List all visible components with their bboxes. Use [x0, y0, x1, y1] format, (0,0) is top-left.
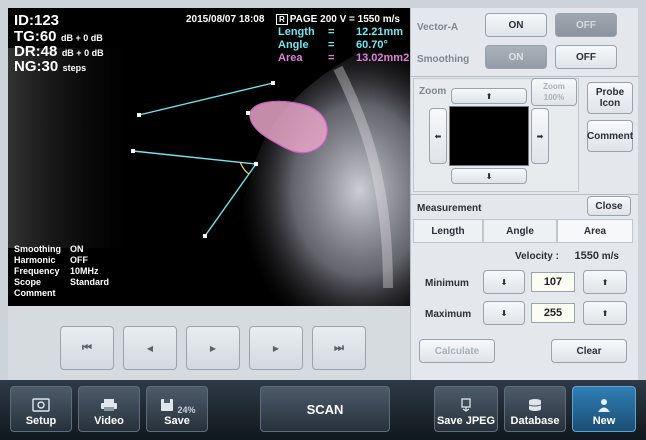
tab-angle[interactable]: Angle — [483, 219, 557, 243]
vector-label: Vector-A — [417, 22, 459, 33]
angle-line-a[interactable] — [132, 150, 257, 165]
ultrasound-image[interactable]: ID:123 TG:60 dB + 0 dB DR:48 dB + 0 dB N… — [8, 8, 410, 306]
left-haze — [8, 48, 128, 248]
play-icon: ▶ — [209, 343, 217, 353]
minimum-value[interactable]: 107 — [531, 272, 575, 292]
save-percent: 24% — [177, 405, 196, 415]
arrow-down-icon: ⬇ — [500, 277, 508, 287]
ultrasound-screen: ID:123 TG:60 dB + 0 dB DR:48 dB + 0 dB N… — [0, 0, 646, 440]
measurement-label: Measurement — [417, 203, 482, 214]
vector-on-button[interactable]: ON — [485, 13, 547, 37]
arrow-down-icon: ⬇ — [500, 308, 508, 318]
minimum-decrease-button[interactable]: ⬇ — [483, 270, 525, 294]
info-smoothing: Smoothing ON — [14, 244, 84, 254]
next-frame-button[interactable]: ▶ — [249, 326, 303, 370]
comment-button[interactable]: Comment — [587, 120, 633, 152]
info-comment: Comment — [14, 288, 56, 298]
skip-first-icon: ⏮ — [82, 341, 92, 354]
database-icon — [528, 399, 542, 411]
patient-id: ID:123 — [14, 12, 60, 29]
database-button[interactable]: Database — [504, 386, 566, 432]
arrow-up-icon: ⬆ — [601, 277, 609, 287]
divider — [411, 76, 639, 77]
info-scope: Scope Standard — [14, 277, 110, 287]
scan-button[interactable]: SCAN — [260, 386, 390, 432]
skip-last-icon: ⏭ — [334, 341, 344, 354]
velocity-field: Velocity : 1550 m/s — [515, 250, 619, 262]
length-handle-start[interactable] — [137, 113, 141, 117]
arrow-left-icon: ⬅ — [434, 131, 442, 141]
page-icon: R — [275, 14, 288, 25]
control-panel: Vector-A ON OFF Smoothing ON OFF Zoom ⬆ … — [410, 8, 639, 380]
angle-vertex[interactable] — [254, 162, 258, 166]
header-readout: 2015/08/07 18:08 R PAGE 200 V = 1550 m/s — [186, 14, 400, 25]
zoom-percent-button[interactable]: Zoom 100% — [531, 78, 577, 106]
save-jpeg-icon — [461, 398, 471, 412]
area-region[interactable] — [249, 100, 328, 154]
ng-readout: NG:30 steps — [14, 58, 87, 75]
page-number: 200 — [320, 14, 337, 25]
info-harmonic: Harmonic OFF — [14, 255, 88, 265]
bottom-toolbar: Setup Video 24% Save SCAN Save JPEG Data… — [0, 380, 646, 440]
floppy-disk-icon — [161, 399, 174, 411]
maximum-decrease-button[interactable]: ⬇ — [483, 301, 525, 325]
minimum-increase-button[interactable]: ⬆ — [583, 270, 627, 294]
save-icon-row: 24% — [158, 398, 196, 415]
vector-off-button[interactable]: OFF — [555, 13, 617, 37]
probe-icon-button[interactable]: Probe Icon — [587, 82, 633, 114]
info-frequency: Frequency 10MHz — [14, 266, 99, 276]
play-button[interactable]: ▶ — [186, 326, 240, 370]
prev-frame-button[interactable]: ◀ — [123, 326, 177, 370]
divider — [411, 194, 639, 195]
smoothing-on-button[interactable]: ON — [485, 45, 547, 69]
printer-icon — [101, 399, 117, 411]
page-label: PAGE — [289, 14, 318, 25]
measurement-area: Area = 13.02mm2 — [278, 52, 410, 64]
angle-handle-a[interactable] — [131, 149, 135, 153]
maximum-value[interactable]: 255 — [531, 303, 575, 323]
tab-area[interactable]: Area — [557, 219, 633, 243]
arrow-down-icon: ⬇ — [485, 171, 493, 181]
last-frame-button[interactable]: ⏭ — [312, 326, 366, 370]
zoom-label: Zoom — [419, 86, 447, 97]
minimum-label: Minimum — [425, 278, 469, 289]
save-jpeg-button[interactable]: Save JPEG — [434, 386, 498, 432]
cine-transport: ⏮ ◀ ▶ ▶ ⏭ — [8, 306, 410, 380]
tab-length[interactable]: Length — [413, 219, 483, 243]
clear-button[interactable]: Clear — [551, 339, 627, 363]
first-frame-button[interactable]: ⏮ — [60, 326, 114, 370]
arrow-up-icon: ⬆ — [485, 91, 493, 101]
arrow-right-icon: ➡ — [536, 131, 544, 141]
step-forward-icon: ▶ — [272, 343, 280, 353]
maximum-label: Maximum — [425, 309, 472, 320]
zoom-down-button[interactable]: ⬇ — [451, 168, 527, 184]
zoom-up-button[interactable]: ⬆ — [451, 88, 527, 104]
setup-button[interactable]: Setup — [10, 386, 72, 432]
arrow-up-icon: ⬆ — [601, 308, 609, 318]
step-back-icon: ◀ — [146, 343, 154, 353]
close-button[interactable]: Close — [587, 196, 631, 216]
length-handle-end[interactable] — [271, 81, 275, 85]
zoom-left-button[interactable]: ⬅ — [429, 108, 447, 164]
save-button[interactable]: 24% Save — [146, 386, 208, 432]
velocity-readout: V = 1550 m/s — [339, 14, 400, 25]
area-handle[interactable] — [246, 111, 250, 115]
angle-handle-b[interactable] — [203, 234, 207, 238]
zoom-preview[interactable] — [449, 106, 529, 166]
person-icon — [598, 399, 610, 412]
zoom-right-button[interactable]: ➡ — [531, 108, 549, 164]
smoothing-off-button[interactable]: OFF — [555, 45, 617, 69]
video-button[interactable]: Video — [78, 386, 140, 432]
measurement-angle: Angle = 60.70° — [278, 39, 388, 51]
smoothing-label: Smoothing — [417, 54, 470, 65]
maximum-increase-button[interactable]: ⬆ — [583, 301, 627, 325]
calculate-button[interactable]: Calculate — [419, 339, 495, 363]
new-button[interactable]: New — [572, 386, 636, 432]
setup-icon — [32, 398, 50, 412]
measurement-length: Length = 12.21mm — [278, 26, 404, 38]
datetime: 2015/08/07 18:08 — [186, 14, 265, 25]
